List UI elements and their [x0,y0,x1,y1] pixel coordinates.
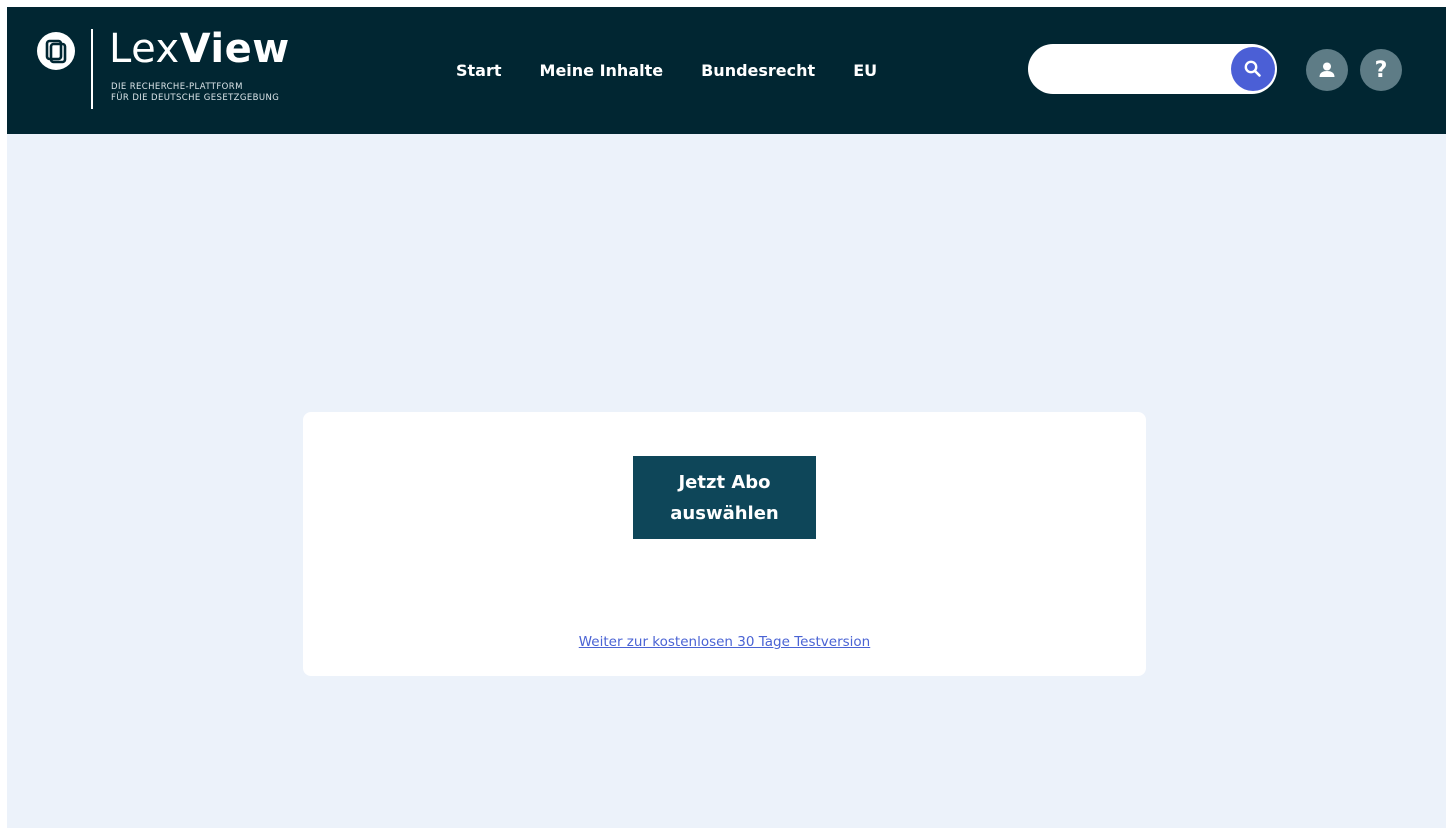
nav-item-start[interactable]: Start [456,59,502,83]
search-icon [1244,60,1261,77]
search-button[interactable] [1231,47,1275,91]
nav-item-bundesrecht[interactable]: Bundesrecht [701,59,815,83]
free-trial-link[interactable]: Weiter zur kostenlosen 30 Tage Testversi… [303,633,1146,651]
brand-tagline-line-2: FÜR DIE DEUTSCHE GESETZGEBUNG [111,93,280,103]
brand-tagline-line-1: DIE RECHERCHE-PLATTFORM [111,82,243,92]
brand-name-light: Lex [109,26,180,72]
nav-item-eu[interactable]: EU [853,59,877,83]
nav-item-meine-inhalte[interactable]: Meine Inhalte [540,59,664,83]
subscription-card: Jetzt Abo auswählen Weiter zur kostenlos… [303,412,1146,676]
main-nav: Start Meine Inhalte Bundesrecht EU [456,59,877,83]
brand-tagline: DIE RECHERCHE-PLATTFORM FÜR DIE DEUTSCHE… [111,82,279,104]
user-icon [1319,62,1335,77]
choose-subscription-button[interactable]: Jetzt Abo auswählen [633,456,816,539]
lexview-logo-icon[interactable] [36,31,76,71]
page-frame: LexView DIE RECHERCHE-PLATTFORM FÜR DIE … [7,7,1446,828]
logo-divider [91,29,93,109]
help-icon: ? [1374,57,1388,83]
search-input[interactable] [1046,56,1225,84]
brand-wordmark[interactable]: LexView [109,25,290,73]
brand-name-bold: View [179,26,290,72]
help-button[interactable]: ? [1360,49,1402,91]
account-button[interactable] [1306,49,1348,91]
top-header: LexView DIE RECHERCHE-PLATTFORM FÜR DIE … [7,7,1446,134]
